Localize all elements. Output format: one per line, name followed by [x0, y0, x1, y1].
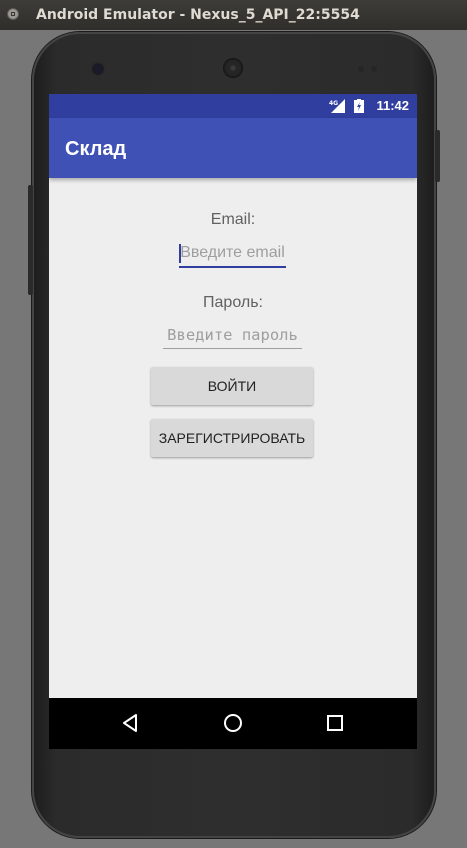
- back-icon[interactable]: [119, 711, 143, 735]
- status-clock: 11:42: [376, 98, 409, 113]
- home-icon[interactable]: [221, 711, 245, 735]
- phone-side-button-left: [28, 185, 33, 295]
- password-label: Пароль:: [203, 294, 263, 311]
- app-title: Склад: [65, 138, 127, 160]
- sensor-icon: [358, 66, 364, 72]
- password-placeholder: Введите пароль: [167, 326, 298, 344]
- battery-charging-icon: [354, 99, 364, 113]
- password-field[interactable]: Введите пароль: [163, 323, 302, 349]
- emulator-titlebar: Android Emulator - Nexus_5_API_22:5554: [0, 0, 467, 30]
- window-close-button[interactable]: [7, 8, 19, 20]
- email-label: Email:: [210, 211, 256, 228]
- recents-icon[interactable]: [323, 711, 347, 735]
- text-cursor: [179, 244, 181, 263]
- network-type-label: 4G: [329, 100, 338, 107]
- sensor-icon: [371, 66, 377, 72]
- register-button[interactable]: ЗАРЕГИСТРИРОВАТЬ: [151, 419, 313, 457]
- app-bar: Склад: [49, 118, 417, 178]
- status-bar: 4G 11:42: [49, 94, 417, 118]
- window-title: Android Emulator - Nexus_5_API_22:5554: [36, 7, 360, 23]
- email-placeholder: Введите email: [180, 244, 285, 261]
- navigation-bar: [49, 698, 417, 749]
- signal-icon: 4G: [329, 99, 345, 113]
- login-button[interactable]: ВОЙТИ: [151, 367, 313, 405]
- front-camera-icon: [93, 64, 103, 74]
- speaker-icon: [223, 58, 243, 78]
- email-field[interactable]: Введите email: [179, 241, 286, 268]
- device-screen: 4G 11:42 Склад Email: Введите email Паро…: [49, 94, 417, 749]
- phone-side-button-right: [435, 130, 440, 182]
